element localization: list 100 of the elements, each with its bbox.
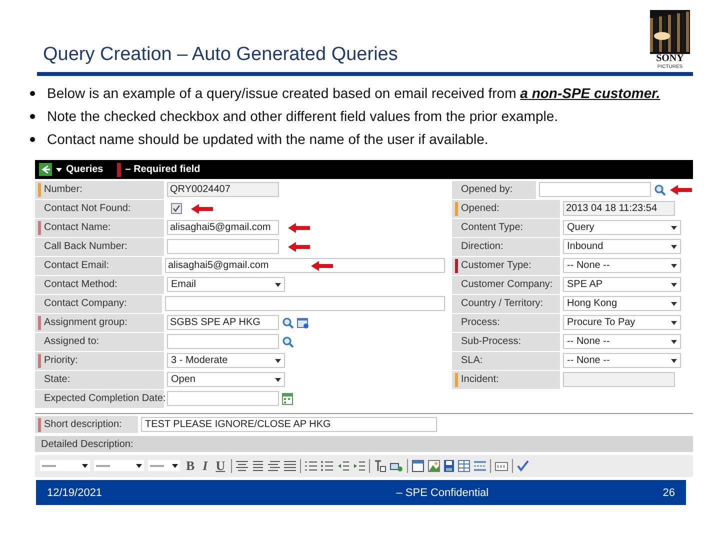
field-label: State: [44, 374, 70, 386]
bullet-icon [30, 137, 35, 142]
field-label: Sub-Process: [461, 336, 522, 348]
caret-icon [275, 358, 281, 363]
caret-icon [671, 340, 677, 344]
dropdown[interactable]: Email [167, 277, 285, 292]
caret-icon [671, 302, 677, 306]
field-label: Short description: [44, 419, 122, 430]
input-field[interactable] [165, 296, 445, 312]
font-dropdown[interactable] [148, 460, 180, 472]
field-label: Call Back Number: [44, 241, 128, 252]
legend-text: – Required field [125, 164, 200, 176]
bullet-icon [30, 114, 35, 119]
bullet-text: Note the checked checkbox and other different field values from the prior example. [47, 108, 558, 125]
bullet-icon [30, 91, 35, 96]
field-label: Contact Method: [44, 279, 118, 290]
checkmark-icon[interactable] [517, 460, 530, 472]
logo-drawing [650, 10, 690, 54]
footer-label: – SPE Confidential [396, 486, 489, 498]
bulleted-list-icon[interactable] [321, 460, 334, 472]
image-icon[interactable] [428, 460, 440, 472]
caret-icon [671, 244, 677, 249]
input-field[interactable]: SGBS SPE AP HKG [167, 315, 279, 330]
caret-icon [136, 464, 142, 468]
field-label: Opened: [461, 203, 500, 214]
caret-icon [671, 320, 677, 325]
caret-icon [671, 282, 677, 287]
caret-icon [671, 264, 677, 268]
field-label: Contact Company: [44, 298, 127, 310]
form-title: Queries [66, 164, 104, 176]
field-label: Opened by: [461, 184, 513, 196]
slide-title: Query Creation – Auto Generated Queries [43, 44, 398, 66]
numbered-list-icon[interactable] [305, 460, 318, 472]
input-field[interactable] [167, 334, 279, 350]
field-label: Expected Completion Date: [44, 393, 166, 404]
dropdown[interactable]: Hong Kong [563, 296, 681, 312]
field-label: Direction: [461, 241, 504, 252]
dropdown[interactable]: SPE AP [563, 277, 681, 292]
calendar-icon[interactable] [282, 392, 293, 405]
caret-icon [671, 226, 677, 230]
input-field[interactable]: TEST PLEASE IGNORE/CLOSE AP HKG [141, 417, 437, 432]
field-label: Number: [44, 184, 82, 196]
field-label: Assigned to: [44, 336, 100, 348]
caret-icon [275, 282, 281, 287]
dropdown[interactable]: Query [563, 220, 681, 236]
logo-text: SONY [656, 54, 684, 64]
input-field[interactable] [167, 391, 279, 406]
input-field[interactable] [539, 182, 651, 198]
field-label: Content Type: [461, 222, 524, 234]
align-icon[interactable] [252, 460, 264, 472]
window-icon[interactable] [412, 460, 424, 472]
bold-button[interactable]: B [184, 458, 197, 474]
dropdown[interactable]: Procure To Pay [563, 315, 681, 330]
dropdown[interactable]: -- None -- [563, 258, 681, 274]
back-icon[interactable] [39, 163, 52, 176]
field-label: Process: [461, 317, 500, 328]
search-icon[interactable] [654, 184, 666, 196]
readonly-field: QRY0024407 [167, 182, 279, 198]
field-label: Incident: [461, 374, 499, 386]
input-field[interactable]: alisaghai5@gmail.com [165, 258, 445, 274]
horizontal-rule-icon[interactable] [474, 460, 486, 472]
caret-icon[interactable] [56, 168, 62, 172]
dropdown[interactable]: 3 - Moderate [167, 353, 285, 368]
window-icon[interactable] [297, 316, 309, 329]
align-icon[interactable] [284, 460, 296, 472]
readonly-field: 2013 04 18 11:23:54 [563, 201, 675, 216]
italic-button[interactable]: I [200, 458, 210, 474]
field-label: Customer Type: [461, 260, 532, 272]
dropdown[interactable]: -- None -- [563, 334, 681, 350]
checkbox[interactable] [171, 203, 182, 214]
field-label: Country / Territory: [461, 298, 544, 310]
indent-icon[interactable] [353, 460, 366, 472]
caret-icon [172, 464, 178, 468]
bullet-text: Below is an example of a query/issue created based on email received from a non-SPE customer. [47, 85, 660, 102]
field-label: Contact Email: [44, 260, 110, 272]
input-field[interactable]: alisaghai5@gmail.com [167, 220, 279, 236]
caret-icon [275, 378, 281, 382]
outdent-icon[interactable] [337, 460, 350, 472]
search-icon[interactable] [282, 336, 294, 348]
text-box-icon[interactable] [374, 460, 386, 472]
dropdown[interactable]: Open [167, 372, 285, 388]
caret-icon [82, 464, 88, 468]
field-label: Priority: [44, 355, 78, 366]
page-number: 26 [662, 486, 675, 498]
field-label: Contact Not Found: [44, 203, 131, 214]
dropdown[interactable]: Inbound [563, 239, 681, 254]
section-label: Detailed Description: [35, 436, 693, 452]
field-label: Customer Company: [461, 279, 553, 290]
search-icon[interactable] [282, 316, 294, 329]
underline-button[interactable]: U [214, 458, 228, 474]
table-icon[interactable] [458, 460, 470, 472]
bullet-text: Contact name should be updated with the name of the user if available. [47, 131, 488, 148]
field-label: Contact Name: [44, 222, 111, 234]
field-label: SLA: [461, 355, 483, 366]
align-icon[interactable] [268, 460, 280, 472]
caret-icon [671, 358, 677, 363]
footer-date: 12/19/2021 [47, 486, 102, 498]
dropdown[interactable]: -- None -- [563, 353, 681, 368]
input-field[interactable] [167, 239, 279, 254]
align-icon[interactable] [236, 460, 248, 472]
